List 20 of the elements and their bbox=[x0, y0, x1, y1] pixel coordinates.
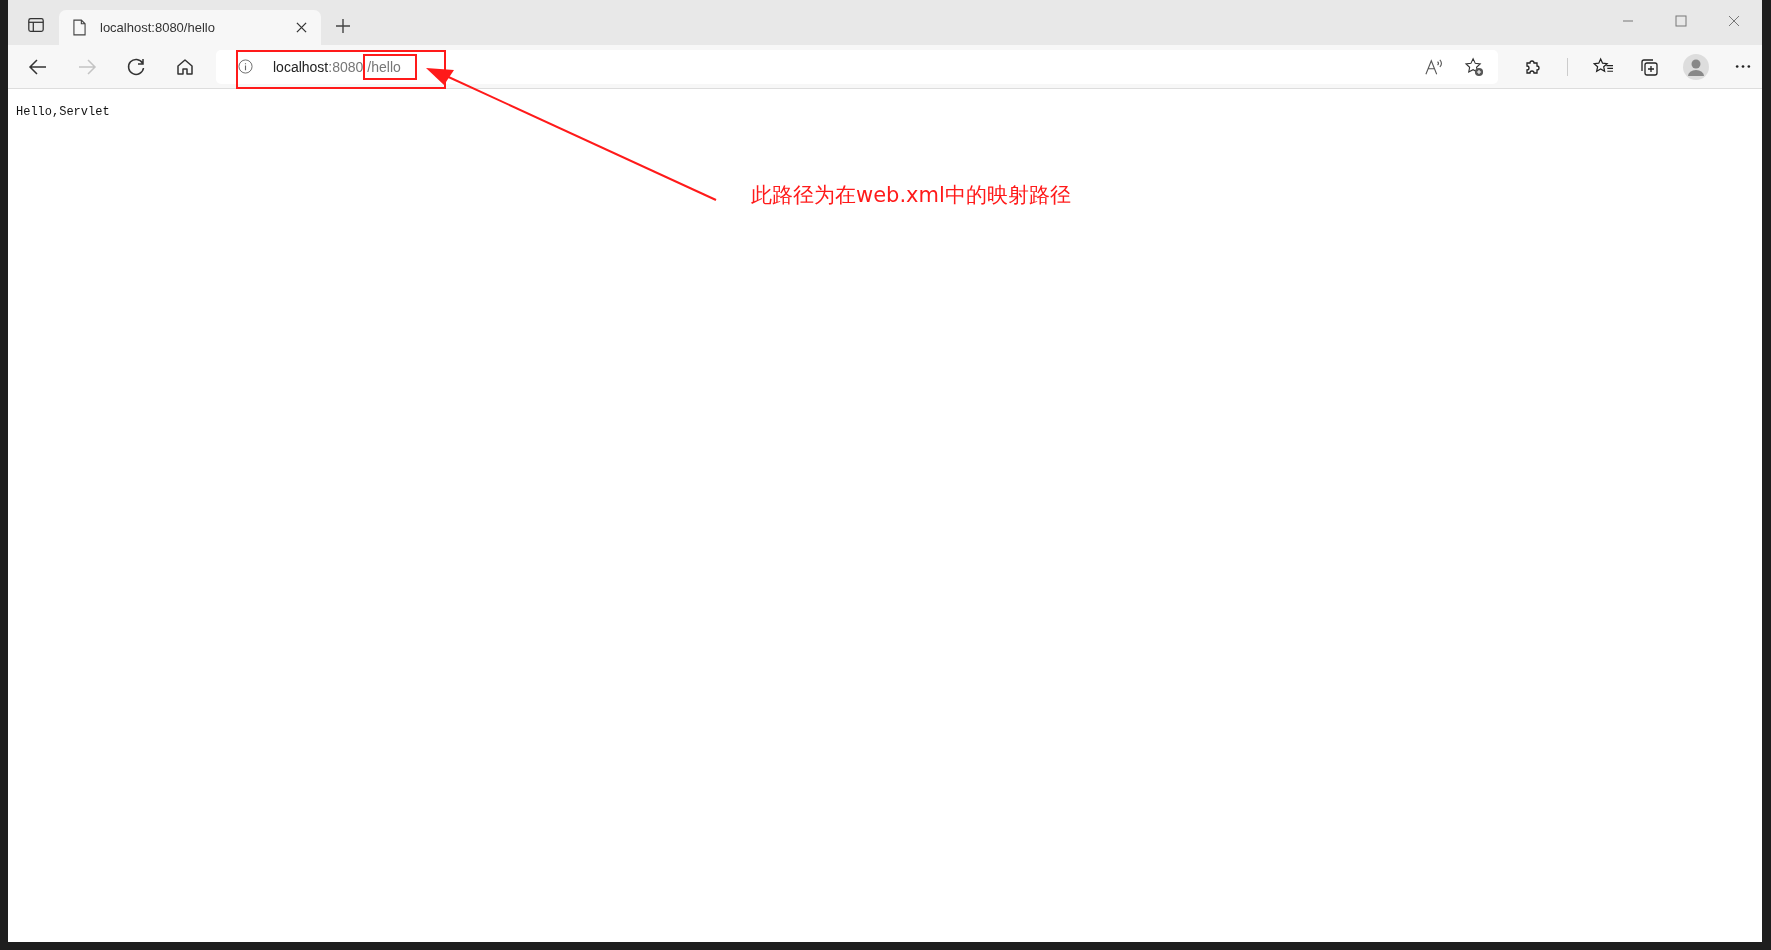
read-aloud-icon[interactable] bbox=[1424, 57, 1444, 76]
star-plus-icon[interactable] bbox=[1464, 56, 1484, 77]
page-icon bbox=[73, 19, 86, 36]
close-icon[interactable] bbox=[296, 22, 307, 33]
back-icon[interactable] bbox=[28, 56, 48, 77]
annotation-text: 此路径为在web.xml中的映射路径 bbox=[751, 182, 1071, 209]
address-field[interactable]: localhost:8080 /hello bbox=[216, 49, 1498, 84]
url-path: /hello bbox=[363, 53, 417, 80]
home-icon[interactable] bbox=[175, 56, 195, 77]
tab-actions-icon[interactable] bbox=[27, 16, 45, 34]
new-tab-icon[interactable] bbox=[335, 18, 351, 34]
collections-icon[interactable] bbox=[1639, 56, 1659, 77]
url-host: localhost bbox=[273, 58, 329, 75]
profile-avatar-icon[interactable] bbox=[1683, 53, 1709, 80]
url-port: :8080 bbox=[328, 58, 364, 75]
info-icon bbox=[238, 59, 253, 74]
browser-tab[interactable]: localhost:8080/hello bbox=[59, 10, 321, 45]
refresh-icon[interactable] bbox=[126, 56, 146, 77]
page-text: Hello,Servlet bbox=[16, 105, 111, 119]
more-icon[interactable] bbox=[1734, 64, 1752, 69]
